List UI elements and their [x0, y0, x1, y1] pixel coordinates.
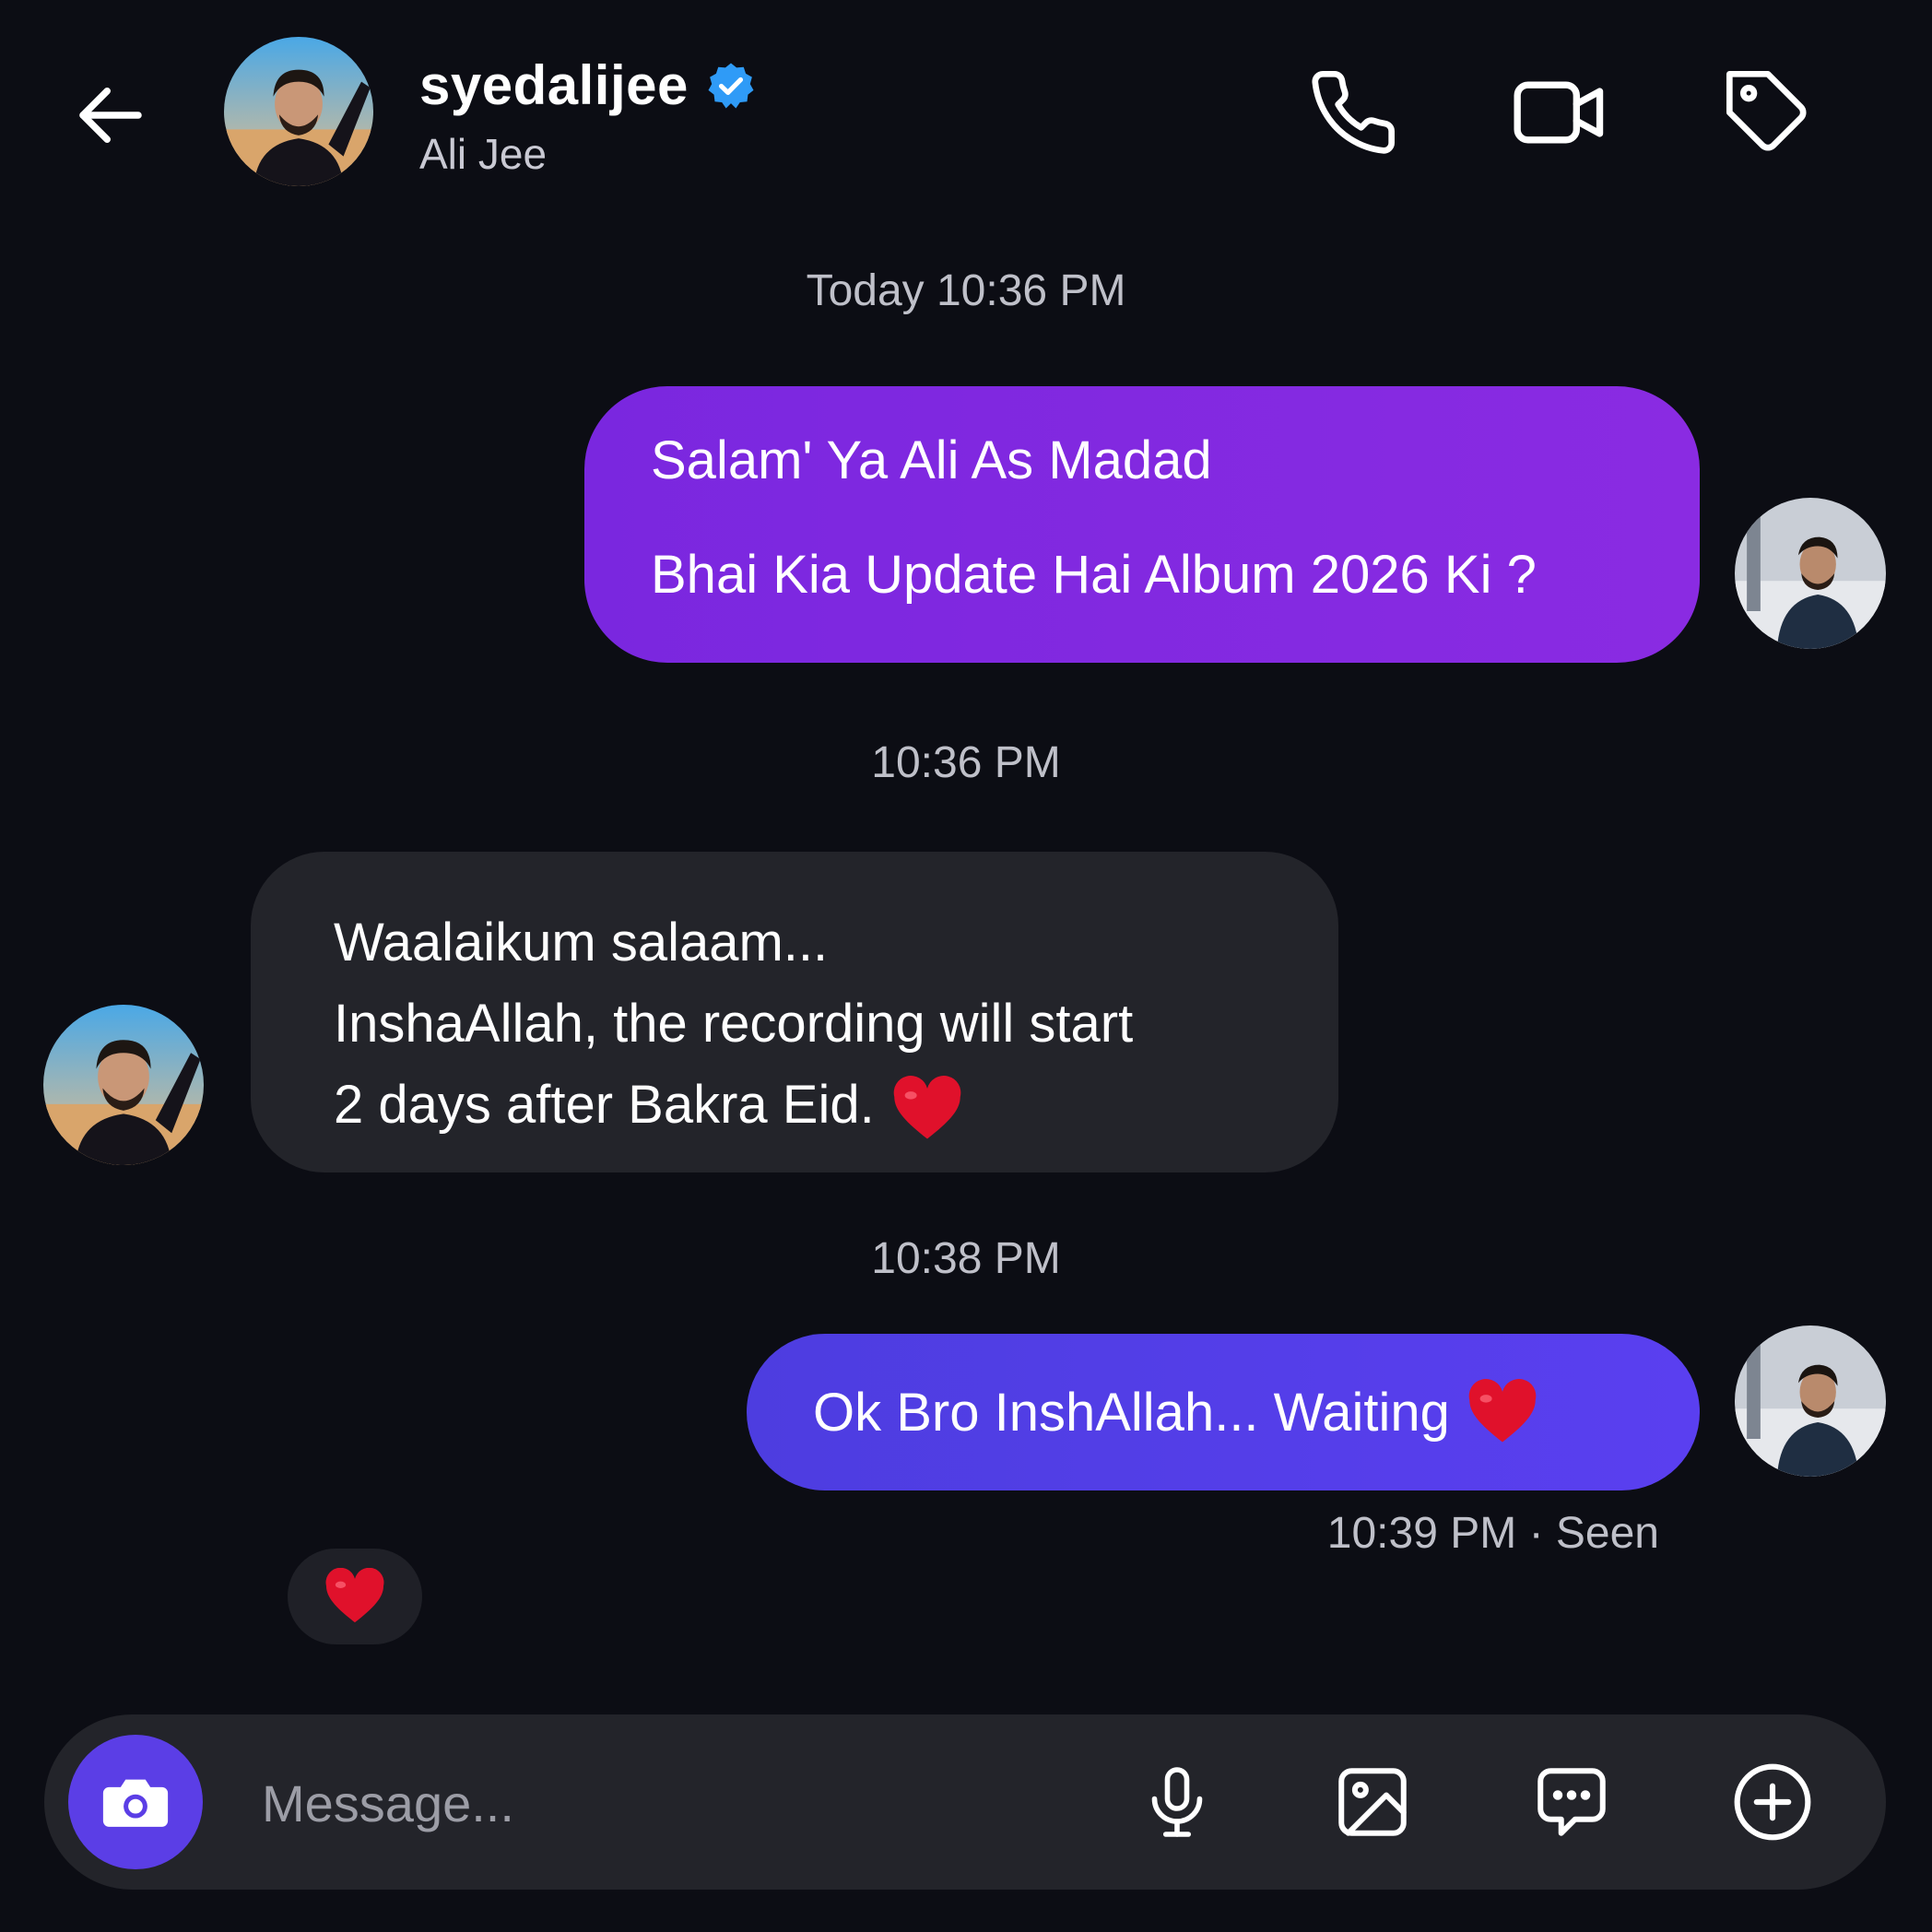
message-reaction[interactable] — [288, 1549, 422, 1644]
username: syedalijee — [419, 54, 689, 116]
contact-avatar[interactable] — [224, 37, 373, 186]
camera-button[interactable] — [68, 1735, 203, 1869]
my-avatar[interactable] — [1735, 498, 1886, 649]
seen-status: 10:39 PM · Seen — [1326, 1509, 1659, 1558]
tag-button[interactable] — [1713, 57, 1823, 168]
timestamp-divider: 10:38 PM — [871, 1234, 1061, 1283]
outgoing-message[interactable]: Ok Bro InshAllah... Waiting — [747, 1334, 1700, 1490]
sticker-button[interactable] — [1521, 1751, 1622, 1853]
verified-badge-icon — [708, 63, 754, 108]
plus-circle-icon — [1734, 1763, 1811, 1841]
tag-icon — [1726, 71, 1807, 151]
incoming-message[interactable]: Waalaikum salaam... InshaAllah, the reco… — [251, 852, 1338, 1172]
back-button[interactable] — [65, 69, 157, 161]
heart-emoji-icon — [1468, 1379, 1537, 1443]
username-row[interactable]: syedalijee — [419, 51, 757, 120]
message-line: Waalaikum salaam... — [334, 913, 829, 972]
my-avatar[interactable] — [1735, 1325, 1886, 1477]
gallery-button[interactable] — [1322, 1751, 1423, 1853]
heart-emoji-icon — [893, 1075, 961, 1139]
video-call-button[interactable] — [1504, 57, 1615, 168]
voice-message-button[interactable] — [1126, 1751, 1228, 1853]
timestamp-divider: Today 10:36 PM — [806, 266, 1126, 315]
message-line: Ok Bro InshAllah... Waiting — [813, 1382, 1450, 1443]
gallery-icon — [1338, 1768, 1407, 1836]
message-line: InshaAllah, the recording will start — [334, 994, 1134, 1054]
heart-emoji-icon — [325, 1568, 384, 1623]
message-line-with-emoji: 2 days after Bakra Eid. — [334, 1065, 1255, 1146]
microphone-icon — [1151, 1767, 1203, 1837]
contact-message-avatar[interactable] — [43, 1005, 204, 1165]
camera-icon — [102, 1779, 169, 1827]
outgoing-message[interactable]: Salam' Ya Ali As Madad Bhai Kia Update H… — [584, 386, 1700, 663]
back-arrow-icon — [79, 88, 142, 143]
phone-icon — [1312, 71, 1396, 154]
sticker-icon — [1537, 1768, 1606, 1836]
full-name: Ali Jee — [419, 130, 548, 178]
message-line: Bhai Kia Update Hai Album 2026 Ki ? — [651, 545, 1537, 605]
voice-call-button[interactable] — [1298, 57, 1408, 168]
more-options-button[interactable] — [1722, 1751, 1823, 1853]
message-line: 2 days after Bakra Eid. — [334, 1075, 875, 1135]
timestamp-divider: 10:36 PM — [871, 738, 1061, 787]
chat-screen: syedalijee Ali Jee Today 10:36 PM Salam'… — [0, 0, 1932, 1932]
message-input[interactable] — [260, 1756, 1075, 1850]
video-camera-icon — [1514, 81, 1604, 144]
message-line: Salam' Ya Ali As Madad — [651, 430, 1212, 490]
